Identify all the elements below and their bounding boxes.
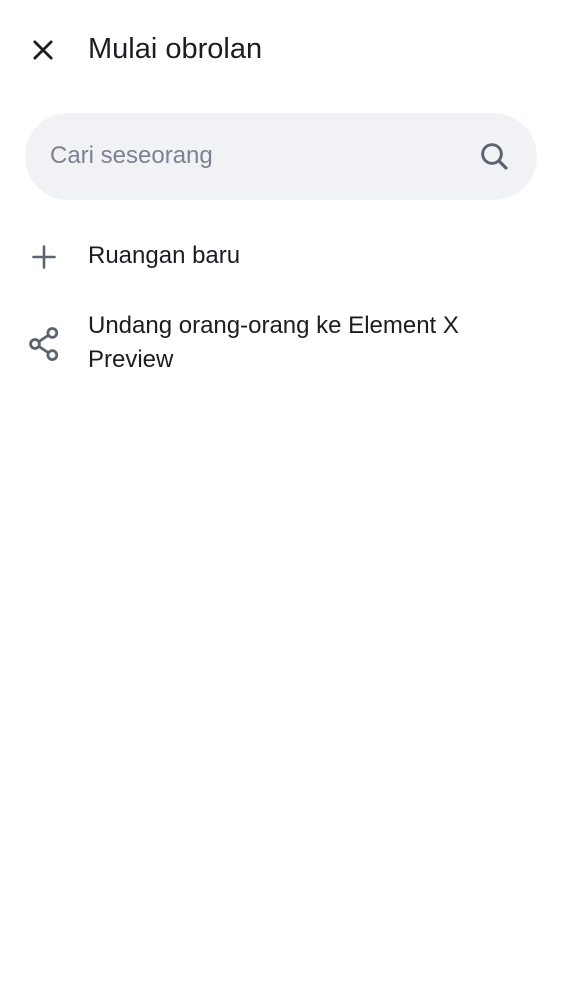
top-app-bar: Mulai obrolan: [0, 0, 562, 100]
plus-icon: [24, 237, 64, 277]
new-room-label: Ruangan baru: [88, 242, 241, 269]
start-chat-screen: Mulai obrolan Ruangan baru Unda: [0, 0, 562, 1000]
invite-people-item[interactable]: Undang orang-orang ke Element X Preview: [0, 308, 562, 382]
search-bar[interactable]: [25, 113, 537, 200]
invite-people-label: Undang orang-orang ke Element X Preview: [88, 312, 459, 373]
share-icon: [24, 324, 64, 364]
close-icon: [33, 40, 53, 60]
search-input[interactable]: [50, 133, 450, 179]
search-icon[interactable]: [476, 138, 512, 174]
page-title: Mulai obrolan: [88, 33, 263, 65]
new-room-item[interactable]: Ruangan baru: [0, 236, 562, 280]
close-button[interactable]: [18, 25, 68, 75]
